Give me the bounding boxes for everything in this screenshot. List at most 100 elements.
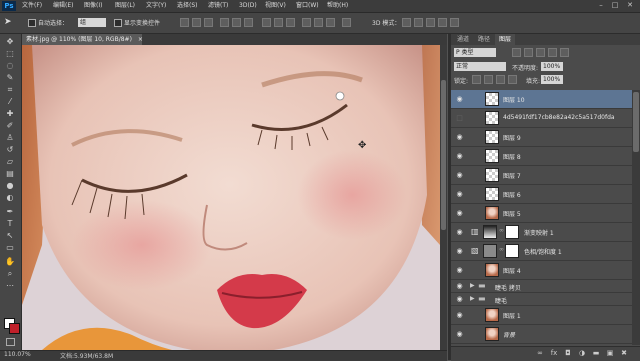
- align-top-icon[interactable]: [180, 18, 189, 27]
- add-mask-icon[interactable]: ◘: [563, 348, 573, 358]
- visibility-eye-icon[interactable]: ◉: [455, 209, 464, 217]
- new-layer-icon[interactable]: ▣: [605, 348, 615, 358]
- auto-select-checkbox[interactable]: [28, 19, 36, 27]
- distribute-vcenter-icon[interactable]: [274, 18, 283, 27]
- layer-style-icon[interactable]: fx: [549, 348, 559, 358]
- menu-type[interactable]: 文字(Y): [146, 0, 166, 12]
- blend-mode-dropdown[interactable]: 正常: [454, 62, 506, 71]
- canvas-scrollbar-thumb[interactable]: [441, 80, 446, 230]
- pen-tool-icon[interactable]: ✒: [4, 207, 16, 217]
- 3d-roll-icon[interactable]: [414, 18, 423, 27]
- visibility-eye-icon[interactable]: ◉: [455, 330, 464, 338]
- filter-type-icon[interactable]: [536, 48, 545, 57]
- 3d-scale-icon[interactable]: [450, 18, 459, 27]
- menu-select[interactable]: 选择(S): [177, 0, 198, 12]
- visibility-eye-icon[interactable]: ◉: [455, 295, 464, 303]
- layer-filter-kind[interactable]: P 类型: [454, 48, 496, 57]
- expand-arrow-icon[interactable]: ▶: [470, 282, 475, 289]
- align-bottom-icon[interactable]: [204, 18, 213, 27]
- layer-row[interactable]: ◉ 图层 5: [451, 204, 632, 223]
- delete-layer-icon[interactable]: ✖: [619, 348, 629, 358]
- align-right-icon[interactable]: [244, 18, 253, 27]
- menu-filter[interactable]: 滤镜(T): [208, 0, 228, 12]
- visibility-eye-icon[interactable]: ◉: [455, 171, 464, 179]
- eraser-tool-icon[interactable]: ▱: [4, 157, 16, 167]
- shape-tool-icon[interactable]: ▭: [4, 243, 16, 253]
- background-color-swatch[interactable]: [9, 323, 20, 334]
- visibility-eye-icon[interactable]: ◉: [455, 311, 464, 319]
- type-tool-icon[interactable]: T: [4, 219, 16, 229]
- distribute-bottom-icon[interactable]: [286, 18, 295, 27]
- menu-window[interactable]: 窗口(W): [296, 0, 319, 12]
- stamp-tool-icon[interactable]: ♙: [4, 133, 16, 143]
- layer-row[interactable]: ◉ 背景: [451, 325, 632, 344]
- tab-channels[interactable]: 通道: [453, 34, 473, 45]
- dodge-tool-icon[interactable]: ◐: [4, 193, 16, 203]
- layer-row[interactable]: ◉ 图层 8: [451, 147, 632, 166]
- layer-row[interactable]: ◉ 图层 10: [451, 90, 632, 109]
- show-transform-checkbox[interactable]: [114, 19, 122, 27]
- healing-tool-icon[interactable]: ✚: [4, 109, 16, 119]
- auto-align-icon[interactable]: [342, 18, 351, 27]
- document-canvas[interactable]: [22, 45, 440, 350]
- marquee-tool-icon[interactable]: ⬚: [4, 49, 16, 59]
- history-brush-tool-icon[interactable]: ↺: [4, 145, 16, 155]
- lock-transparent-icon[interactable]: [472, 75, 481, 84]
- menu-edit[interactable]: 编辑(E): [53, 0, 73, 12]
- document-tab[interactable]: 素材.jpg @ 110% (图层 10, RGB/8#) ×: [22, 34, 143, 45]
- opacity-input[interactable]: 100%: [541, 62, 563, 71]
- hand-tool-icon[interactable]: ✋: [4, 257, 16, 267]
- visibility-hidden-icon[interactable]: □: [455, 114, 464, 122]
- visibility-eye-icon[interactable]: ◉: [455, 266, 464, 274]
- menu-layer[interactable]: 图层(L): [115, 0, 135, 12]
- distribute-top-icon[interactable]: [262, 18, 271, 27]
- quick-mask-icon[interactable]: [6, 338, 15, 346]
- layer-row[interactable]: ◉ ▧ ∞ 色相/饱和度 1: [451, 242, 632, 261]
- filter-adjustment-icon[interactable]: [524, 48, 533, 57]
- layer-row[interactable]: □ 4d5491fdf17cb8e82a42c5a517d0fda: [451, 109, 632, 128]
- visibility-eye-icon[interactable]: ◉: [455, 228, 464, 236]
- close-tab-icon[interactable]: ×: [138, 36, 143, 43]
- align-left-icon[interactable]: [220, 18, 229, 27]
- align-hcenter-icon[interactable]: [232, 18, 241, 27]
- visibility-eye-icon[interactable]: ◉: [455, 95, 464, 103]
- menu-image[interactable]: 图像(I): [84, 0, 102, 12]
- eyedropper-tool-icon[interactable]: ⁄: [4, 97, 16, 107]
- tab-paths[interactable]: 路径: [474, 34, 494, 45]
- distribute-right-icon[interactable]: [326, 18, 335, 27]
- distribute-hcenter-icon[interactable]: [314, 18, 323, 27]
- layer-row[interactable]: ◉ 图层 9: [451, 128, 632, 147]
- lock-all-icon[interactable]: [508, 75, 517, 84]
- gradient-tool-icon[interactable]: ▤: [4, 169, 16, 179]
- auto-select-dropdown[interactable]: 组: [78, 18, 106, 27]
- blur-tool-icon[interactable]: ●: [4, 181, 16, 191]
- 3d-slide-icon[interactable]: [438, 18, 447, 27]
- menu-help[interactable]: 帮助(H): [327, 0, 348, 12]
- link-layers-icon[interactable]: ∞: [535, 348, 545, 358]
- zoom-level[interactable]: 110.07%: [4, 351, 31, 358]
- filter-smart-object-icon[interactable]: [560, 48, 569, 57]
- maximize-button[interactable]: □: [608, 1, 622, 10]
- crop-tool-icon[interactable]: ⌗: [4, 85, 16, 95]
- lasso-tool-icon[interactable]: ◌: [4, 61, 16, 71]
- distribute-left-icon[interactable]: [302, 18, 311, 27]
- quick-select-tool-icon[interactable]: ✎: [4, 73, 16, 83]
- new-adjustment-icon[interactable]: ◑: [577, 348, 587, 358]
- tab-layers[interactable]: 图层: [495, 34, 516, 45]
- layer-group-row[interactable]: ◉ ▶ ▬ 睫毛 拷贝: [451, 280, 632, 293]
- 3d-rotate-icon[interactable]: [402, 18, 411, 27]
- brush-tool-icon[interactable]: ✐: [4, 121, 16, 131]
- align-vcenter-icon[interactable]: [192, 18, 201, 27]
- layer-row[interactable]: ◉ 图层 4: [451, 261, 632, 280]
- more-tools-icon[interactable]: ⋯: [4, 281, 16, 291]
- visibility-eye-icon[interactable]: ◉: [455, 133, 464, 141]
- layer-row[interactable]: ◉ 图层 7: [451, 166, 632, 185]
- visibility-eye-icon[interactable]: ◉: [455, 190, 464, 198]
- fill-input[interactable]: 100%: [541, 75, 563, 84]
- filter-pixel-icon[interactable]: [512, 48, 521, 57]
- path-select-tool-icon[interactable]: ↖: [4, 231, 16, 241]
- visibility-eye-icon[interactable]: ◉: [455, 282, 464, 290]
- visibility-eye-icon[interactable]: ◉: [455, 152, 464, 160]
- layer-row[interactable]: ◉ ▥ ∞ 渐变映射 1: [451, 223, 632, 242]
- move-tool-preset-icon[interactable]: ➤: [4, 16, 18, 29]
